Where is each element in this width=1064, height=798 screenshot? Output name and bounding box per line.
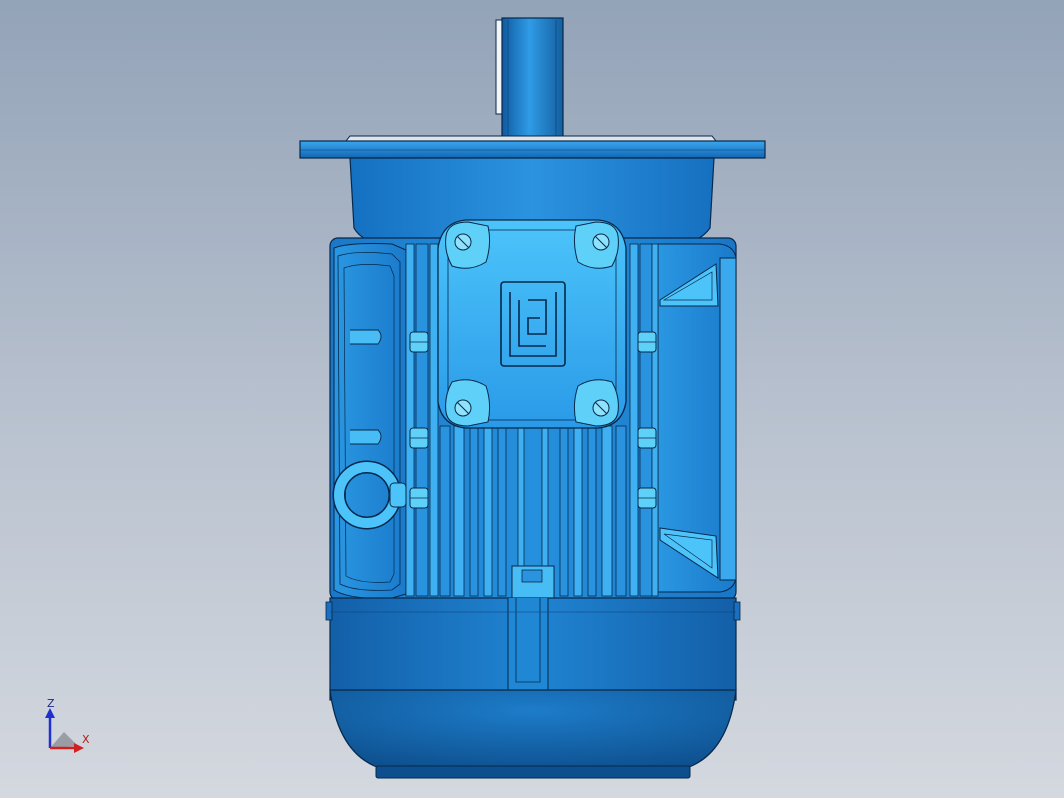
bolt [409,331,429,353]
terminal-box[interactable] [437,219,627,429]
bolt [637,427,657,449]
bolt [409,427,429,449]
z-axis-label: Z [47,697,55,710]
mounting-flange[interactable] [299,135,766,159]
shaft[interactable] [495,17,564,139]
triad-plane [50,732,78,748]
graphics-viewport[interactable]: Z X [0,0,1064,798]
motor-model[interactable] [0,0,1064,798]
lid-screw [573,379,619,427]
lid-screw [573,221,619,269]
lid-screw [445,221,491,269]
bolt [637,487,657,509]
bolt [637,331,657,353]
fan-cover[interactable] [325,597,741,779]
lid-screw [445,379,491,427]
coordinate-triad: Z X [38,696,102,760]
bolt [409,487,429,509]
x-axis-label: X [82,733,90,746]
